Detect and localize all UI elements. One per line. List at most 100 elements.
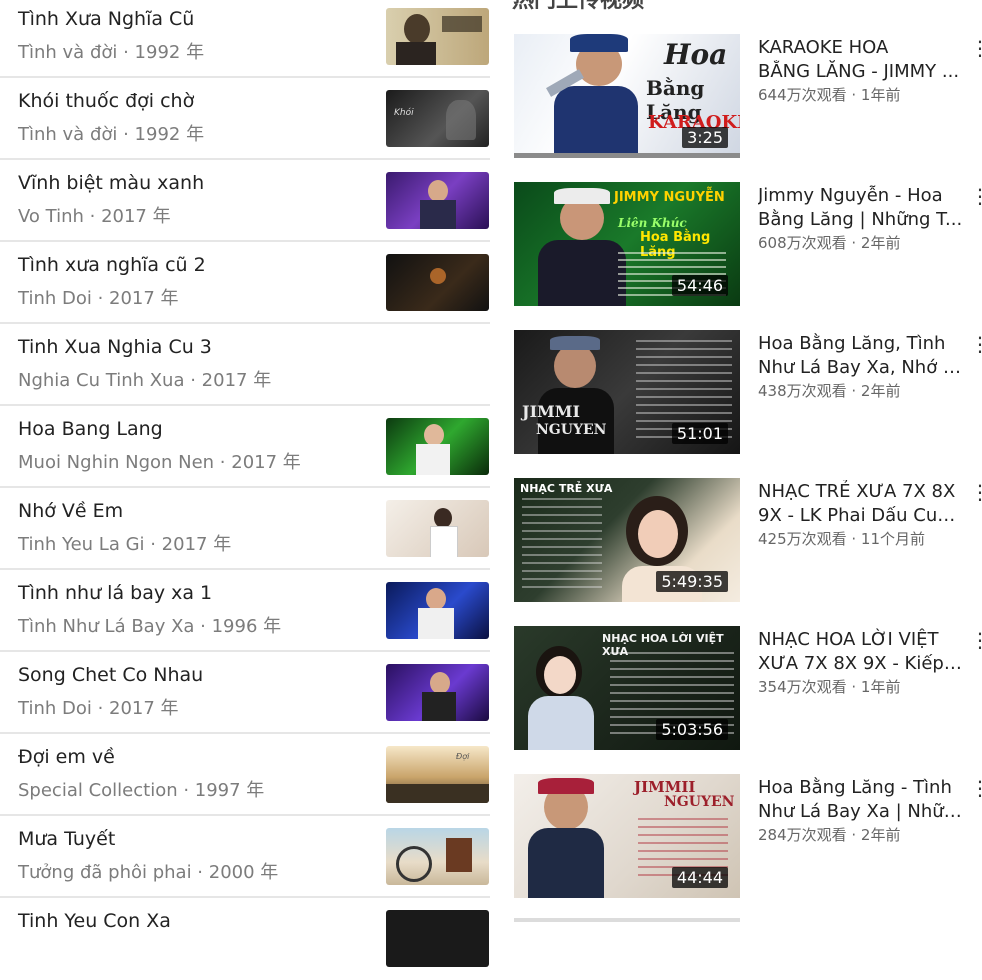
video-title-line: Hoa Bằng Lăng, Tình (758, 333, 946, 354)
album-thumbnail[interactable] (386, 828, 489, 885)
song-subtitle: Tình và đời · 1992 年 (18, 42, 205, 63)
video-item[interactable]: NHẠC TRẺ XƯA 5:49:35 NHẠC TRẺ XƯA 7X 8X … (490, 478, 982, 608)
video-title-line: BẰNG LĂNG - JIMMY ... (758, 61, 960, 82)
thumb-text: JIMMY NGUYỄN (614, 190, 725, 205)
video-meta: 608万次观看 · 2年前 (758, 234, 901, 252)
video-thumbnail[interactable]: NHẠC TRẺ XƯA 5:49:35 (514, 478, 740, 602)
video-duration: 5:03:56 (656, 719, 728, 740)
song-title: Tình như lá bay xa 1 (18, 582, 213, 604)
album-thumbnail[interactable]: Đợi (386, 746, 489, 803)
video-item[interactable]: JIMMI NGUYEN 51:01 Hoa Bằng Lăng, Tình N… (490, 330, 982, 460)
list-item[interactable]: Tinh Yeu Con Xa (0, 900, 490, 980)
next-thumbnail-edge (514, 918, 740, 922)
video-title-line: NHẠC TRẺ XƯA 7X 8X (758, 481, 956, 502)
video-thumbnail[interactable]: JIMMI NGUYEN 51:01 (514, 330, 740, 454)
thumb-text: Liên Khúc (618, 216, 687, 230)
album-thumbnail[interactable]: Khói (386, 90, 489, 147)
song-title: Tình xưa nghĩa cũ 2 (18, 254, 206, 276)
list-item[interactable]: Mưa Tuyết Tưởng đã phôi phai · 2000 年 (0, 818, 490, 898)
video-thumbnail[interactable]: Hoa Bằng Lăng KARAOKE 3:25 (514, 34, 740, 158)
section-title: 热门上传视频 (512, 0, 645, 13)
video-duration: 3:25 (682, 127, 728, 148)
list-item[interactable]: Vĩnh biệt màu xanh Vo Tinh · 2017 年 (0, 162, 490, 242)
song-subtitle: Vo Tinh · 2017 年 (18, 206, 171, 227)
video-title[interactable]: Jimmy Nguyễn - Hoa Bằng Lăng | Những T..… (758, 184, 964, 232)
album-thumbnail[interactable] (386, 418, 489, 475)
video-item[interactable]: JIMMY NGUYỄN Liên Khúc Hoa Bằng Lăng 54:… (490, 182, 982, 312)
list-item[interactable]: Đợi em về Special Collection · 1997 年 Đợ… (0, 736, 490, 816)
video-title[interactable]: Hoa Bằng Lăng, Tình Như Lá Bay Xa, Nhớ V… (758, 332, 964, 380)
song-title: Khói thuốc đợi chờ (18, 90, 195, 112)
video-duration: 51:01 (671, 423, 728, 444)
progress-bar (514, 153, 740, 158)
more-vert-icon[interactable]: ⋮ (970, 36, 982, 60)
video-duration: 5:49:35 (656, 571, 728, 592)
song-title: Vĩnh biệt màu xanh (18, 172, 205, 194)
list-item[interactable]: Tình như lá bay xa 1 Tình Như Lá Bay Xa … (0, 572, 490, 652)
song-title: Hoa Bang Lang (18, 418, 163, 440)
video-title[interactable]: KARAOKE HOA BẰNG LĂNG - JIMMY ... (758, 36, 964, 84)
more-vert-icon[interactable]: ⋮ (970, 480, 982, 504)
list-item[interactable]: Song Chet Co Nhau Tinh Doi · 2017 年 (0, 654, 490, 734)
video-title[interactable]: NHẠC TRẺ XƯA 7X 8X 9X - LK Phai Dấu Cuộ.… (758, 480, 964, 528)
song-title: Tinh Xua Nghia Cu 3 (18, 336, 212, 358)
more-vert-icon[interactable]: ⋮ (970, 332, 982, 356)
song-subtitle: Nghia Cu Tinh Xua · 2017 年 (18, 370, 272, 391)
more-vert-icon[interactable]: ⋮ (970, 776, 982, 800)
video-meta: 438万次观看 · 2年前 (758, 382, 901, 400)
song-subtitle: Tinh Yeu La Gi · 2017 年 (18, 534, 232, 555)
more-vert-icon[interactable]: ⋮ (970, 184, 982, 208)
album-thumbnail[interactable] (386, 8, 489, 65)
video-title[interactable]: Hoa Bằng Lăng - Tình Như Lá Bay Xa | Nhữ… (758, 776, 964, 824)
list-item[interactable]: Tình xưa nghĩa cũ 2 Tinh Doi · 2017 年 (0, 244, 490, 324)
video-title-line: Bằng Lăng | Những T... (758, 209, 963, 230)
thumb-text: NHẠC HOA LỜI VIỆT XƯA (602, 632, 724, 658)
thumb-text: Hoa (664, 38, 728, 71)
video-thumbnail[interactable]: JIMMY NGUYỄN Liên Khúc Hoa Bằng Lăng 54:… (514, 182, 740, 306)
video-title-line: Như Lá Bay Xa | Nhữn... (758, 801, 964, 822)
video-thumbnail[interactable]: JIMMII NGUYEN 44:44 (514, 774, 740, 898)
album-thumbnail[interactable] (386, 910, 489, 967)
song-title: Nhớ Về Em (18, 500, 124, 522)
song-subtitle: Tưởng đã phôi phai · 2000 年 (18, 862, 279, 883)
song-list: Tình Xưa Nghĩa Cũ Tình và đời · 1992 年 K… (0, 0, 490, 967)
video-item[interactable]: JIMMII NGUYEN 44:44 Hoa Bằng Lăng - Tình… (490, 774, 982, 904)
song-subtitle: Muoi Nghin Ngon Nen · 2017 年 (18, 452, 301, 473)
video-duration: 54:46 (671, 275, 728, 296)
song-title: Mưa Tuyết (18, 828, 116, 850)
video-thumbnail[interactable]: NHẠC HOA LỜI VIỆT XƯA 5:03:56 (514, 626, 740, 750)
video-title-line: 9X - LK Phai Dấu Cuộ... (758, 505, 964, 526)
video-title-line: XƯA 7X 8X 9X - Kiếp ... (758, 653, 964, 674)
video-meta: 354万次观看 · 1年前 (758, 678, 901, 696)
list-item[interactable]: Nhớ Về Em Tinh Yeu La Gi · 2017 年 (0, 490, 490, 570)
album-thumbnail[interactable] (386, 500, 489, 557)
video-meta: 284万次观看 · 2年前 (758, 826, 901, 844)
album-thumbnail[interactable] (386, 664, 489, 721)
thumb-text: NGUYEN (664, 794, 735, 810)
album-thumbnail[interactable] (386, 582, 489, 639)
song-subtitle: Special Collection · 1997 年 (18, 780, 265, 801)
video-title-line: KARAOKE HOA (758, 37, 889, 58)
video-meta: 644万次观看 · 1年前 (758, 86, 901, 104)
video-item[interactable]: Hoa Bằng Lăng KARAOKE 3:25 KARAOKE HOA B… (490, 34, 982, 164)
list-item[interactable]: Tình Xưa Nghĩa Cũ Tình và đời · 1992 年 (0, 0, 490, 78)
list-item[interactable]: Hoa Bang Lang Muoi Nghin Ngon Nen · 2017… (0, 408, 490, 488)
song-subtitle: Tình và đời · 1992 年 (18, 124, 205, 145)
video-title-line: Như Lá Bay Xa, Nhớ V... (758, 357, 964, 378)
video-title-line: Jimmy Nguyễn - Hoa (758, 185, 943, 206)
video-title-line: NHẠC HOA LỜI VIỆT (758, 629, 939, 650)
album-thumbnail[interactable] (386, 172, 489, 229)
list-item[interactable]: Khói thuốc đợi chờ Tình và đời · 1992 年 … (0, 80, 490, 160)
popular-uploads: 热门上传视频 Hoa Bằng Lăng KARAOKE 3:25 KARAOK… (490, 0, 982, 922)
thumb-text: NGUYEN (536, 422, 607, 438)
song-subtitle: Tình Như Lá Bay Xa · 1996 年 (18, 616, 282, 637)
video-item[interactable]: NHẠC HOA LỜI VIỆT XƯA 5:03:56 NHẠC HOA L… (490, 626, 982, 756)
video-title-line: Hoa Bằng Lăng - Tình (758, 777, 952, 798)
thumb-text: JIMMI (522, 402, 580, 421)
list-item[interactable]: Tinh Xua Nghia Cu 3 Nghia Cu Tinh Xua · … (0, 326, 490, 406)
song-title: Tình Xưa Nghĩa Cũ (18, 8, 195, 30)
video-title[interactable]: NHẠC HOA LỜI VIỆT XƯA 7X 8X 9X - Kiếp ..… (758, 628, 964, 676)
more-vert-icon[interactable]: ⋮ (970, 628, 982, 652)
album-thumbnail[interactable] (386, 254, 489, 311)
song-subtitle: Tinh Doi · 2017 年 (18, 288, 179, 309)
